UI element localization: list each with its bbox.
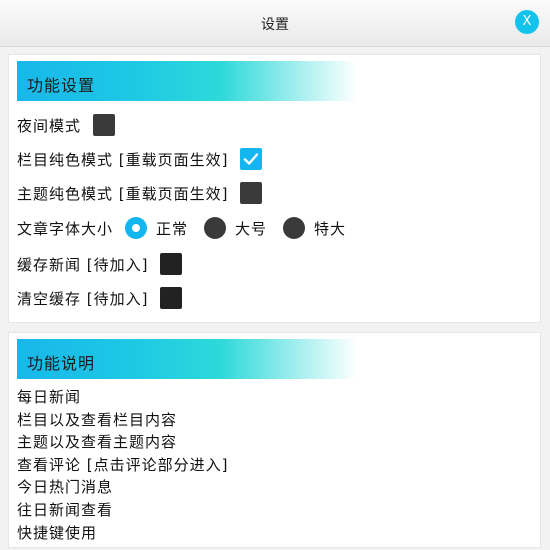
- clear-cache-checkbox[interactable]: [160, 287, 183, 309]
- cache-news-label: 缓存新闻 [待加入]: [17, 255, 149, 274]
- column-solid-mode-label: 栏目纯色模式 [重载页面生效]: [17, 150, 229, 169]
- description-panel: 功能说明 每日新闻 栏目以及查看栏目内容 主题以及查看主题内容 查看评论 [点击…: [8, 332, 541, 548]
- list-item: 查看评论 [点击评论部分进入]: [17, 455, 229, 474]
- font-size-radio-group: 正常 大号 特大: [125, 217, 362, 239]
- night-mode-checkbox[interactable]: [93, 114, 116, 136]
- theme-solid-mode-label: 主题纯色模式 [重载页面生效]: [17, 184, 229, 203]
- list-item: 栏目以及查看栏目内容: [17, 410, 178, 429]
- theme-solid-mode-checkbox[interactable]: [240, 182, 263, 204]
- clear-cache-label: 清空缓存 [待加入]: [17, 289, 149, 308]
- window-title: 设置: [261, 17, 289, 33]
- font-size-option-label: 大号: [235, 219, 268, 238]
- night-mode-label: 夜间模式: [17, 116, 82, 135]
- night-mode-row: 夜间模式: [17, 112, 116, 138]
- feature-list: 每日新闻 栏目以及查看栏目内容 主题以及查看主题内容 查看评论 [点击评论部分进…: [17, 386, 228, 544]
- font-size-row: 文章字体大小 正常 大号 特大: [17, 215, 362, 241]
- list-item: 快捷键使用: [17, 523, 98, 542]
- title-bar: 设置 X: [0, 0, 550, 47]
- theme-solid-mode-row: 主题纯色模式 [重载页面生效]: [17, 180, 263, 206]
- list-item: 往日新闻查看: [17, 500, 114, 519]
- settings-section-header: 功能设置: [17, 61, 357, 101]
- list-item: 每日新闻: [17, 388, 82, 406]
- font-size-option-label: 特大: [314, 219, 347, 238]
- radio-unselected-icon: [283, 217, 306, 239]
- font-size-label: 文章字体大小: [17, 219, 114, 238]
- settings-panel: 功能设置 夜间模式 栏目纯色模式 [重载页面生效] 主题纯色模式 [重载页面生效…: [8, 54, 541, 323]
- list-item: 主题以及查看主题内容: [17, 433, 178, 452]
- cache-news-row: 缓存新闻 [待加入]: [17, 251, 183, 277]
- column-solid-mode-row: 栏目纯色模式 [重载页面生效]: [17, 146, 263, 172]
- font-size-option-large[interactable]: 大号: [204, 217, 267, 239]
- description-header-label: 功能说明: [27, 354, 96, 373]
- close-button[interactable]: X: [515, 10, 539, 34]
- checkmark-icon: [244, 153, 259, 165]
- font-size-option-xlarge[interactable]: 特大: [283, 217, 346, 239]
- radio-selected-icon: [125, 217, 148, 239]
- clear-cache-row: 清空缓存 [待加入]: [17, 285, 183, 311]
- list-item: 今日热门消息: [17, 478, 114, 497]
- settings-header-label: 功能设置: [27, 76, 96, 95]
- cache-news-checkbox[interactable]: [160, 253, 183, 275]
- column-solid-mode-checkbox[interactable]: [240, 148, 263, 170]
- font-size-option-normal[interactable]: 正常: [125, 217, 188, 239]
- description-section-header: 功能说明: [17, 339, 357, 379]
- font-size-option-label: 正常: [156, 219, 189, 238]
- radio-unselected-icon: [204, 217, 227, 239]
